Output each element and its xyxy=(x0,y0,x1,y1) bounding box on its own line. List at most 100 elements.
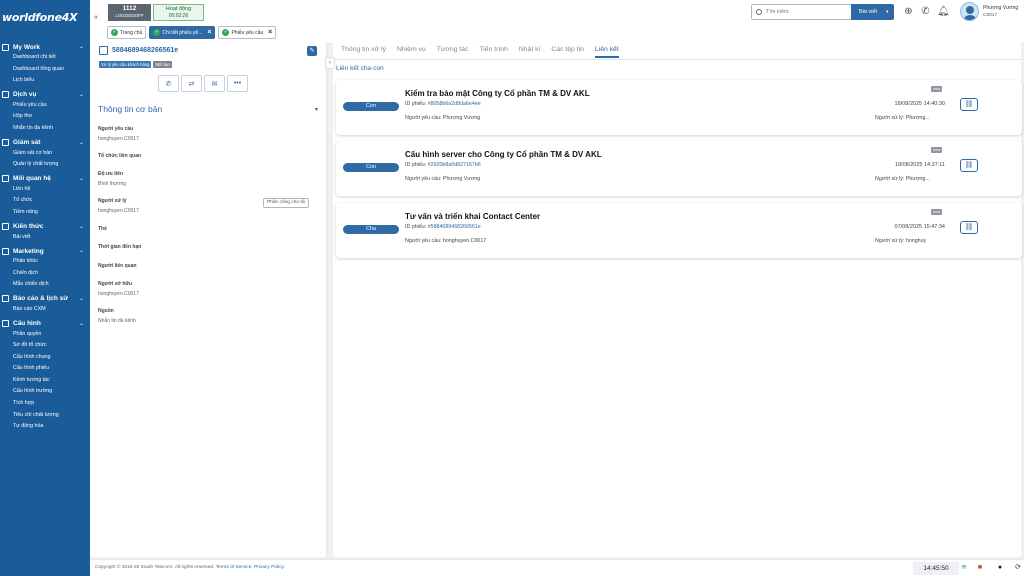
phone-icon[interactable]: ✆ xyxy=(920,6,931,17)
unlink-button[interactable]: ⛓ xyxy=(960,221,978,234)
field-label: Thẻ xyxy=(98,226,107,232)
sidebar-item[interactable]: Liên hệ xyxy=(0,184,90,196)
sidebar-item[interactable]: Dashboard tổng quan xyxy=(0,64,90,76)
logo[interactable]: worldfone4X xyxy=(0,0,90,34)
tab-processing-info[interactable]: Thông tin xử lý xyxy=(341,46,386,58)
sidebar-section[interactable]: Marketing ⌄ xyxy=(0,246,90,256)
tab-ticket-detail[interactable]: ✓ Chi tiết phiếu yê... × xyxy=(149,26,216,39)
unlink-button[interactable]: ⛓ xyxy=(960,98,978,111)
tab-files[interactable]: Các tệp tin xyxy=(551,46,584,58)
linked-ticket-title[interactable]: Tư vấn và triển khai Contact Center xyxy=(405,212,540,221)
transfer-button[interactable]: ⇄ xyxy=(181,75,202,92)
sidebar-item[interactable]: Tích hợp xyxy=(0,398,90,410)
linked-ticket-title[interactable]: Kiểm tra bảo mật Công ty Cổ phần TM & DV… xyxy=(405,89,590,98)
alert-icon[interactable]: ■ xyxy=(976,564,984,572)
field-value[interactable]: honghuyen.C0017 xyxy=(98,291,139,297)
extension-state: LOGGEDOFF xyxy=(115,13,144,18)
sidebar-section-label: Mối quan hệ xyxy=(13,175,51,183)
ticket-tags: Xử lý yêu cầu khách hàng Mới tạo xyxy=(99,61,172,68)
sidebar-item[interactable]: Hộp thư xyxy=(0,111,90,123)
terms-link[interactable]: Terms of Service. xyxy=(216,565,253,570)
user-info[interactable]: Phượng Vương C0017 xyxy=(983,5,1018,19)
field-value[interactable]: honghuyen.C0017 xyxy=(98,136,139,142)
sidebar-item[interactable]: Phân quyền xyxy=(0,329,90,341)
tab-progress[interactable]: Tiến trình xyxy=(479,46,507,58)
tab-log[interactable]: Nhật kí xyxy=(519,46,541,58)
linked-ticket-card[interactable]: Cha Tư vấn và triển khai Contact Center … xyxy=(336,203,1022,258)
unlink-button[interactable]: ⛓ xyxy=(960,159,978,172)
sidebar-section[interactable]: Giám sát ⌄ xyxy=(0,138,90,148)
sidebar-item[interactable]: Phân khúc xyxy=(0,256,90,268)
caret-down-icon[interactable]: ▾ xyxy=(315,106,318,113)
sidebar-item[interactable]: Cấu hình trường xyxy=(0,386,90,398)
field-label: Độ ưu tiên xyxy=(98,171,124,177)
sidebar-section[interactable]: Cấu hình ⌄ xyxy=(0,319,90,329)
activity-status[interactable]: Hoạt động 00:02:26 xyxy=(153,4,204,21)
sidebar-item[interactable]: Tiêu chí chất lượng xyxy=(0,410,90,422)
field-value[interactable]: Nhắn tin đa kênh xyxy=(98,318,136,324)
sidebar-item[interactable]: Cấu hình phiếu xyxy=(0,363,90,375)
sidebar-item[interactable]: Dashboard chi tiết xyxy=(0,52,90,64)
sidebar-item[interactable]: Phiếu yêu cầu xyxy=(0,100,90,112)
sidebar-item[interactable]: Sơ đồ tổ chức xyxy=(0,340,90,352)
sidebar-item[interactable]: Bài viết xyxy=(0,232,90,244)
unlink-icon: ⛓ xyxy=(964,224,974,231)
chevron-down-icon: ⌄ xyxy=(78,139,84,146)
sidebar-item[interactable]: Cấu hình chung xyxy=(0,352,90,364)
sidebar-item[interactable]: Quản lý chất lượng xyxy=(0,159,90,171)
sidebar-collapse-icon[interactable]: « xyxy=(94,14,98,21)
sidebar-item[interactable]: Tự động hóa xyxy=(0,421,90,433)
close-icon[interactable]: × xyxy=(207,29,211,36)
field-label: Người yêu cầu xyxy=(98,126,134,132)
sidebar-item[interactable]: Tổ chức xyxy=(0,195,90,207)
extension-status[interactable]: 1112 LOGGEDOFF xyxy=(108,4,151,21)
sidebar-item[interactable]: Lịch biểu xyxy=(0,75,90,87)
tab-links[interactable]: Liên kết xyxy=(594,46,619,58)
sidebar-item[interactable]: Chiến dịch xyxy=(0,268,90,280)
field-value[interactable]: honghuyen.C0017 xyxy=(98,208,139,214)
sidebar-section[interactable]: Báo cáo & lịch sử ⌄ xyxy=(0,294,90,304)
linked-ticket-handler: Người xử lý: honghuy xyxy=(875,238,927,244)
linked-ticket-id[interactable]: #8058b6a2d8da6e4ee xyxy=(428,101,481,107)
activity-timer: 00:02:26 xyxy=(168,13,189,19)
close-icon[interactable]: × xyxy=(268,29,272,36)
avatar[interactable] xyxy=(960,2,979,21)
more-button[interactable]: ••• xyxy=(227,75,248,92)
bell-icon[interactable]: 🔔︎ xyxy=(937,6,950,17)
sidebar-item[interactable]: Tiềm năng xyxy=(0,207,90,219)
assign-to-me-button[interactable]: Phân công cho tôi xyxy=(263,198,310,208)
ticket-status-tag: Mới tạo xyxy=(153,61,172,68)
sidebar-section[interactable]: Mối quan hệ ⌄ xyxy=(0,174,90,184)
privacy-link[interactable]: Privacy Policy. xyxy=(254,565,285,570)
call-button[interactable]: ✆ xyxy=(158,75,179,92)
sidebar-section[interactable]: Dịch vụ ⌄ xyxy=(0,90,90,100)
tab-tasks[interactable]: Nhiệm vụ xyxy=(397,46,426,58)
add-icon[interactable]: ⊕ xyxy=(903,6,914,17)
linked-ticket-handler: Người xử lý: Phượng... xyxy=(875,176,930,182)
sidebar-item[interactable]: Nhắn tin đa kênh xyxy=(0,123,90,135)
sidebar-item[interactable]: Giám sát cơ bản xyxy=(0,148,90,160)
sidebar-item[interactable]: Mẫu chiến dịch xyxy=(0,279,90,291)
sidebar-section[interactable]: My Work ⌄ xyxy=(0,42,90,52)
edit-ticket-button[interactable]: ✎ xyxy=(307,46,317,56)
linked-ticket-id[interactable]: #2920b8a0d827167b6 xyxy=(428,162,481,168)
linked-ticket-card[interactable]: Con Kiểm tra bảo mật Công ty Cổ phần TM … xyxy=(336,80,1022,135)
tab-ticket-list[interactable]: ✓ Phiếu yêu cầu × xyxy=(218,26,277,39)
linked-ticket-handler: Người xử lý: Phượng... xyxy=(875,115,930,121)
global-search xyxy=(751,4,853,20)
search-input[interactable] xyxy=(766,9,846,15)
sidebar-item[interactable]: Kênh tương tác xyxy=(0,375,90,387)
sidebar-item[interactable]: Báo cáo CXM xyxy=(0,304,90,316)
refresh-icon[interactable]: ⟳ xyxy=(1014,564,1022,572)
sidebar-section[interactable]: Kiến thức ⌄ xyxy=(0,222,90,232)
chat-icon: ✉ xyxy=(211,80,218,88)
field-value[interactable]: Bình thường xyxy=(98,181,126,187)
search-scope-select[interactable]: Bài viết ▾ xyxy=(851,4,894,20)
message-button[interactable]: ✉ xyxy=(204,75,225,92)
tab-home[interactable]: ✓ Trang chủ xyxy=(107,26,147,39)
record-icon[interactable]: ● xyxy=(996,564,1004,572)
tab-interactions[interactable]: Tương tác xyxy=(437,46,469,58)
linked-ticket-title[interactable]: Cấu hình server cho Công ty Cổ phần TM &… xyxy=(405,150,602,159)
linked-ticket-card[interactable]: Con Cấu hình server cho Công ty Cổ phần … xyxy=(336,141,1022,196)
linked-ticket-id[interactable]: #5884689468266561e xyxy=(428,224,481,230)
